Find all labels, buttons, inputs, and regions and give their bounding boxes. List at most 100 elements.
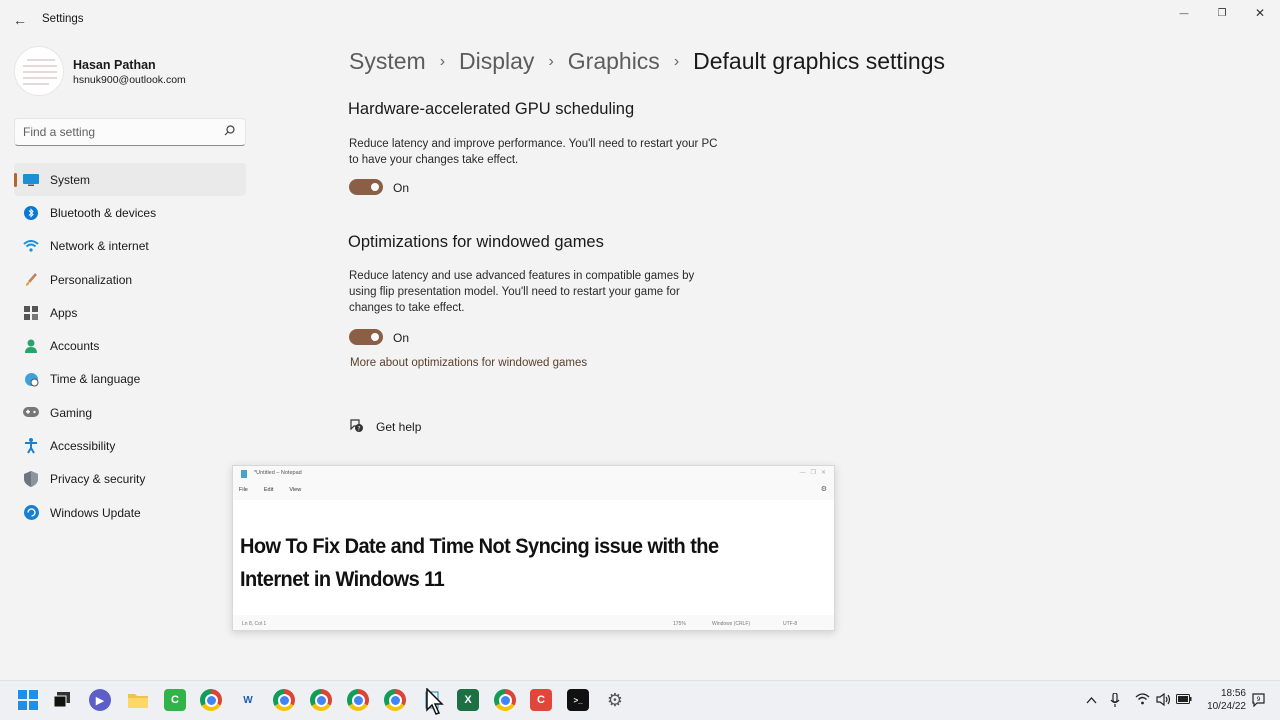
apps-icon <box>23 305 39 321</box>
windowed-games-title: Optimizations for windowed games <box>348 233 604 251</box>
file-explorer-icon[interactable] <box>127 689 149 711</box>
notepad-menu-view[interactable]: View <box>289 487 301 493</box>
breadcrumb-display[interactable]: Display <box>459 48 534 75</box>
notepad-menu-bar: File Edit View <box>239 487 301 493</box>
camtasia-icon[interactable]: C <box>164 689 186 711</box>
sidebar-item-privacy[interactable]: Privacy & security <box>14 463 246 496</box>
sidebar-item-accounts[interactable]: Accounts <box>14 329 246 362</box>
close-button[interactable]: ✕ <box>1242 4 1278 22</box>
gpu-scheduling-description: Reduce latency and improve performance. … <box>349 138 718 166</box>
maximize-button[interactable]: ❐ <box>1204 4 1240 22</box>
gpu-scheduling-toggle-label: On <box>393 181 410 195</box>
sidebar-item-personalization[interactable]: Personalization <box>14 263 246 296</box>
notepad-status-bar: Ln 8, Col 1 175% Windows (CRLF) UTF-8 <box>233 617 834 631</box>
bluetooth-icon <box>23 205 39 221</box>
breadcrumb: System › Display › Graphics › Default gr… <box>349 48 945 75</box>
notepad-settings-icon[interactable]: ⚙ <box>821 485 827 493</box>
wifi-icon <box>23 238 39 254</box>
sidebar-item-label: System <box>50 172 91 187</box>
chrome-icon[interactable] <box>494 689 516 711</box>
sidebar-item-time-language[interactable]: Time & language <box>14 363 246 396</box>
breadcrumb-separator: › <box>548 52 554 70</box>
mouse-cursor-icon <box>426 687 444 720</box>
restore-icon: ❐ <box>1217 7 1227 19</box>
svg-text:?: ? <box>357 426 360 433</box>
gamepad-icon <box>23 405 39 421</box>
shield-icon <box>23 471 39 488</box>
sidebar-nav: System Bluetooth & devices Network & int… <box>14 163 246 529</box>
sidebar-item-label: Windows Update <box>50 505 141 520</box>
clock-date: 10/24/22 <box>1207 701 1246 712</box>
title-bar: ← Settings — ❐ ✕ <box>0 0 1280 40</box>
minimize-icon: — <box>1179 8 1189 18</box>
help-chat-icon[interactable]: ? <box>349 418 365 434</box>
breadcrumb-graphics[interactable]: Graphics <box>568 48 660 75</box>
wifi-icon[interactable] <box>1135 693 1150 708</box>
sidebar-item-apps[interactable]: Apps <box>14 296 246 329</box>
chat-icon[interactable]: ▶ <box>89 689 111 711</box>
sidebar-item-label: Personalization <box>50 272 133 287</box>
sidebar-item-label: Accessibility <box>50 439 116 454</box>
status-zoom: 175% <box>673 621 686 627</box>
settings-gear-icon[interactable]: ⚙ <box>604 689 626 711</box>
chrome-icon[interactable] <box>384 689 406 711</box>
breadcrumb-separator: › <box>673 52 680 70</box>
notepad-content: How To Fix Date and Time Not Syncing iss… <box>240 534 719 591</box>
search-box <box>14 118 246 146</box>
get-help-link[interactable]: Get help <box>376 420 421 434</box>
notepad-menu-edit[interactable]: Edit <box>264 487 273 493</box>
sidebar-item-windows-update[interactable]: Windows Update <box>14 496 246 529</box>
notepad-menu-file[interactable]: File <box>239 487 248 493</box>
minimize-button[interactable]: — <box>1166 4 1202 22</box>
chrome-icon[interactable] <box>273 689 295 711</box>
chevron-up-icon[interactable] <box>1086 693 1097 707</box>
terminal-icon[interactable]: >_ <box>567 689 589 711</box>
search-input[interactable] <box>15 119 215 145</box>
breadcrumb-separator: › <box>439 52 446 70</box>
windowed-games-learn-more-link[interactable]: More about optimizations for windowed ga… <box>350 357 587 369</box>
taskbar-clock[interactable]: 18:56 10/24/22 <box>1202 687 1246 713</box>
breadcrumb-system[interactable]: System <box>349 48 426 75</box>
search-icon[interactable] <box>224 125 235 139</box>
notepad-window[interactable]: *Untitled – Notepad — ❐ ✕ File Edit View… <box>232 465 835 631</box>
avatar[interactable] <box>14 46 64 96</box>
camtasia-recorder-icon[interactable]: C <box>530 689 552 711</box>
status-position: Ln 8, Col 1 <box>242 621 267 627</box>
excel-icon[interactable]: X <box>457 689 479 711</box>
back-arrow-icon: ← <box>13 12 27 28</box>
windowed-games-toggle[interactable] <box>349 329 383 345</box>
chrome-icon[interactable] <box>200 689 222 711</box>
person-icon <box>23 338 39 354</box>
clock-time: 18:56 <box>1220 688 1246 699</box>
sidebar-item-accessibility[interactable]: Accessibility <box>14 429 246 462</box>
accessibility-icon <box>23 438 39 454</box>
sidebar-item-label: Accounts <box>50 339 100 354</box>
sidebar-item-bluetooth[interactable]: Bluetooth & devices <box>14 196 246 229</box>
notification-icon[interactable]: 9 <box>1252 693 1265 710</box>
close-icon: ✕ <box>1254 6 1266 20</box>
notepad-text-area[interactable]: How To Fix Date and Time Not Syncing iss… <box>233 500 834 615</box>
user-email: hsnuk900@outlook.com <box>73 74 186 86</box>
start-windows-icon[interactable] <box>17 689 39 711</box>
sidebar-item-network[interactable]: Network & internet <box>14 230 246 263</box>
notepad-window-controls[interactable]: — ❐ ✕ <box>800 469 826 476</box>
back-button[interactable]: ← <box>10 10 30 30</box>
microphone-icon[interactable] <box>1110 692 1120 711</box>
svg-text:9: 9 <box>1257 696 1261 703</box>
chrome-icon[interactable] <box>347 689 369 711</box>
sidebar-item-label: Apps <box>50 305 78 320</box>
system-icon <box>23 172 39 188</box>
volume-icon[interactable] <box>1156 692 1171 709</box>
globe-clock-icon <box>23 371 39 387</box>
chrome-icon[interactable] <box>310 689 332 711</box>
task-view-icon[interactable] <box>51 689 73 711</box>
user-name: Hasan Pathan <box>73 58 156 72</box>
sidebar-item-label: Gaming <box>50 405 93 420</box>
sidebar-item-system[interactable]: System <box>14 163 246 197</box>
gpu-scheduling-toggle[interactable] <box>349 179 383 195</box>
app-title: Settings <box>42 13 84 25</box>
word-icon[interactable]: W <box>237 689 259 711</box>
page-title: Default graphics settings <box>693 48 945 74</box>
battery-icon[interactable] <box>1176 693 1192 707</box>
sidebar-item-gaming[interactable]: Gaming <box>14 396 246 429</box>
